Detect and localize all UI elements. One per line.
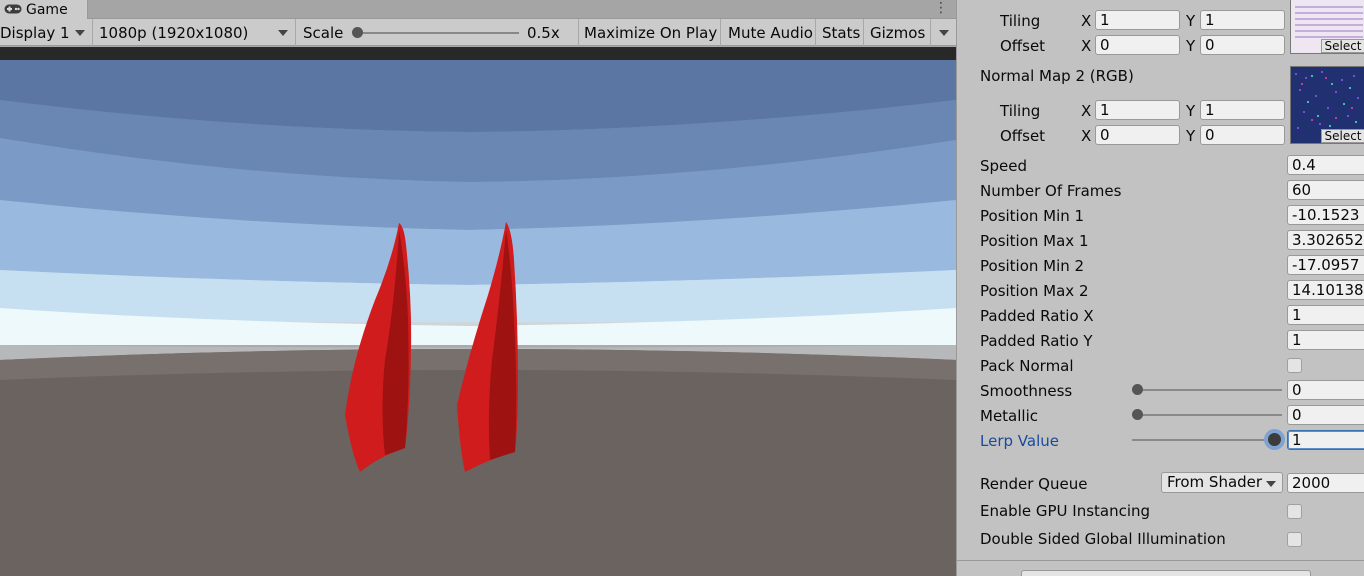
tex2-offset-x-field[interactable]: 0 xyxy=(1095,125,1180,145)
offset-y-axis-label: Y xyxy=(1186,37,1196,55)
mute-audio-toggle[interactable]: Mute Audio xyxy=(721,19,816,46)
tex2-tiling-y-field[interactable]: 1 xyxy=(1200,100,1285,120)
display-dropdown-label: Display 1 xyxy=(0,23,70,42)
position-min-2-label: Position Min 2 xyxy=(980,257,1085,275)
render-queue-dropdown[interactable]: From Shader xyxy=(1161,472,1283,493)
pack-normal-label: Pack Normal xyxy=(980,357,1074,375)
tiling-label: Tiling xyxy=(1000,12,1041,30)
scale-label: Scale xyxy=(303,23,344,42)
resolution-dropdown-label: 1080p (1920x1080) xyxy=(99,23,249,42)
tiling-x-axis-label: X xyxy=(1081,12,1092,30)
tiling-y-axis-label: Y xyxy=(1186,12,1196,30)
texture-1-preview[interactable]: Select xyxy=(1290,0,1364,54)
gizmos-dropdown[interactable] xyxy=(930,19,956,46)
offset-label: Offset xyxy=(1000,37,1046,55)
tex1-offset-y-field[interactable]: 0 xyxy=(1200,35,1285,55)
scale-slider-track[interactable] xyxy=(359,32,519,34)
chevron-down-icon xyxy=(939,30,949,36)
chevron-down-icon xyxy=(75,30,85,36)
display-dropdown[interactable]: Display 1 xyxy=(0,19,93,46)
smoothness-field[interactable]: 0 xyxy=(1287,380,1364,400)
scale-slider-handle[interactable] xyxy=(352,27,363,38)
speed-label: Speed xyxy=(980,157,1028,175)
gizmos-label: Gizmos xyxy=(870,23,926,42)
metallic-field[interactable]: 0 xyxy=(1287,405,1364,425)
smoothness-slider-handle[interactable] xyxy=(1132,384,1143,395)
tex2-tiling-x-field[interactable]: 1 xyxy=(1095,100,1180,120)
tiling-x-axis-label: X xyxy=(1081,102,1092,120)
game-toolbar: Display 1 1080p (1920x1080) Scale 0.5x M… xyxy=(0,19,956,46)
section-divider xyxy=(957,560,1364,561)
normal-map-2-select-button[interactable]: Select xyxy=(1321,129,1364,143)
position-max-1-field[interactable]: 3.302652 xyxy=(1287,230,1364,250)
normal-map-2-preview[interactable]: Select xyxy=(1290,66,1364,144)
pack-normal-checkbox[interactable] xyxy=(1287,358,1302,373)
maximize-on-play-toggle[interactable]: Maximize On Play xyxy=(579,19,721,46)
double-sided-gi-checkbox[interactable] xyxy=(1287,532,1302,547)
render-queue-mode: From Shader xyxy=(1167,473,1263,491)
padded-ratio-y-label: Padded Ratio Y xyxy=(980,332,1093,350)
resolution-dropdown[interactable]: 1080p (1920x1080) xyxy=(93,19,296,46)
position-min-2-field[interactable]: -17.0957 xyxy=(1287,255,1364,275)
render-queue-field[interactable]: 2000 xyxy=(1287,473,1364,493)
offset-label: Offset xyxy=(1000,127,1046,145)
add-component-button[interactable] xyxy=(1021,570,1311,576)
gizmos-toggle[interactable]: Gizmos xyxy=(864,19,930,46)
position-max-1-label: Position Max 1 xyxy=(980,232,1089,250)
speed-field[interactable]: 0.4 xyxy=(1287,155,1364,175)
number-of-frames-label: Number Of Frames xyxy=(980,182,1122,200)
position-min-1-label: Position Min 1 xyxy=(980,207,1085,225)
smoothness-label: Smoothness xyxy=(980,382,1073,400)
game-render-area[interactable] xyxy=(0,47,956,576)
tiling-y-axis-label: Y xyxy=(1186,102,1196,120)
panel-menu-icon[interactable]: ⋮ xyxy=(934,0,948,19)
enable-gpu-instancing-label: Enable GPU Instancing xyxy=(980,502,1151,520)
position-max-2-label: Position Max 2 xyxy=(980,282,1089,300)
game-view-panel: Game ⋮ Display 1 1080p (1920x1080) Scale… xyxy=(0,0,956,576)
tex2-offset-y-field[interactable]: 0 xyxy=(1200,125,1285,145)
padded-ratio-x-label: Padded Ratio X xyxy=(980,307,1094,325)
lerp-value-field[interactable]: 1 xyxy=(1287,430,1364,450)
lerp-value-slider-handle[interactable] xyxy=(1268,433,1281,446)
inspector-panel: Tiling X 1 Y 1 Offset X 0 Y 0 Select Nor… xyxy=(956,0,1364,576)
position-min-1-field[interactable]: -10.1523 xyxy=(1287,205,1364,225)
tab-game-label: Game xyxy=(26,1,68,18)
offset-x-axis-label: X xyxy=(1081,37,1092,55)
metallic-slider-handle[interactable] xyxy=(1132,409,1143,420)
tiling-label: Tiling xyxy=(1000,102,1041,120)
number-of-frames-field[interactable]: 60 xyxy=(1287,180,1364,200)
chevron-down-icon xyxy=(1266,481,1276,487)
tab-strip: Game ⋮ xyxy=(0,0,956,19)
offset-x-axis-label: X xyxy=(1081,127,1092,145)
stats-toggle[interactable]: Stats xyxy=(816,19,864,46)
normal-map-2-label: Normal Map 2 (RGB) xyxy=(980,67,1134,85)
double-sided-gi-label: Double Sided Global Illumination xyxy=(980,530,1226,548)
tex1-offset-x-field[interactable]: 0 xyxy=(1095,35,1180,55)
chevron-down-icon xyxy=(278,30,288,36)
game-scene xyxy=(0,60,956,576)
mute-audio-label: Mute Audio xyxy=(728,23,813,42)
position-max-2-field[interactable]: 14.10138 xyxy=(1287,280,1364,300)
padded-ratio-x-field[interactable]: 1 xyxy=(1287,305,1364,325)
tab-game[interactable]: Game xyxy=(0,0,88,19)
enable-gpu-instancing-checkbox[interactable] xyxy=(1287,504,1302,519)
padded-ratio-y-field[interactable]: 1 xyxy=(1287,330,1364,350)
texture-1-select-button[interactable]: Select xyxy=(1321,39,1364,53)
stats-label: Stats xyxy=(822,23,861,42)
scale-value: 0.5x xyxy=(527,23,560,42)
metallic-slider-track[interactable] xyxy=(1137,414,1282,416)
metallic-label: Metallic xyxy=(980,407,1038,425)
lerp-value-label: Lerp Value xyxy=(980,432,1059,450)
smoothness-slider-track[interactable] xyxy=(1137,389,1282,391)
tex1-tiling-y-field[interactable]: 1 xyxy=(1200,10,1285,30)
lerp-value-slider-track[interactable] xyxy=(1132,439,1277,441)
maximize-on-play-label: Maximize On Play xyxy=(584,23,718,42)
offset-y-axis-label: Y xyxy=(1186,127,1196,145)
tex1-tiling-x-field[interactable]: 1 xyxy=(1095,10,1180,30)
render-queue-label: Render Queue xyxy=(980,475,1088,493)
gamepad-icon xyxy=(4,2,22,18)
